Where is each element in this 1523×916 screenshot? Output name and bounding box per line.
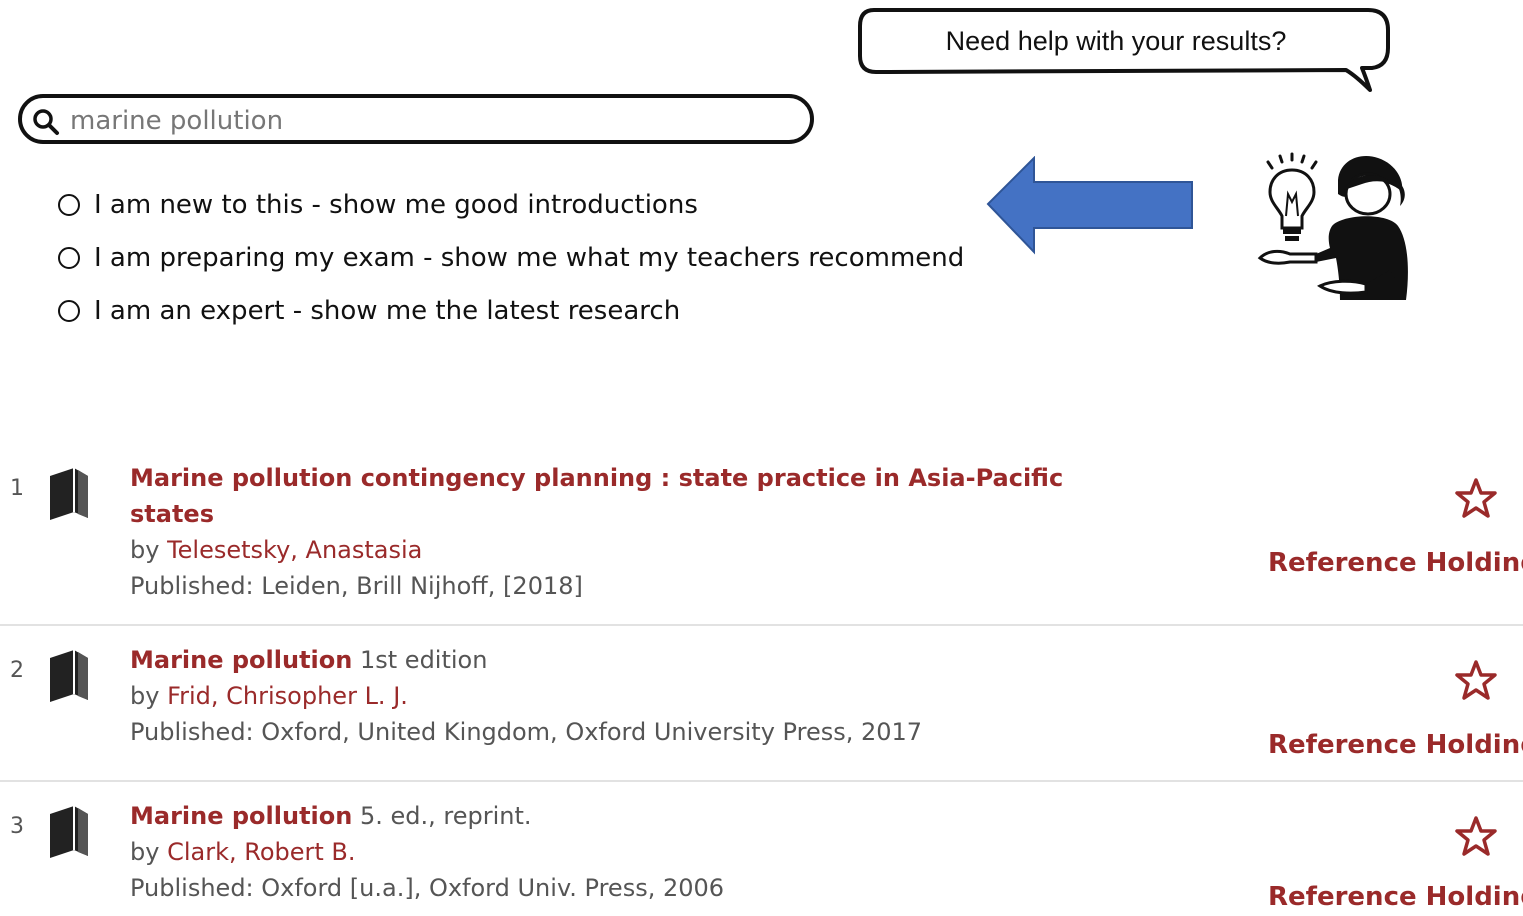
by-label: by bbox=[130, 838, 160, 866]
result-title-link[interactable]: Marine pollution bbox=[130, 646, 352, 674]
result-item: 2 Marine pollution 1st edition by Frid, … bbox=[0, 634, 1523, 782]
arrow-left-icon bbox=[986, 156, 1193, 255]
reference-holding-link[interactable]: Reference Holding bbox=[1268, 882, 1523, 912]
published-info: Published: Oxford [u.a.], Oxford Univ. P… bbox=[130, 874, 725, 902]
option-new-to-this[interactable]: I am new to this - show me good introduc… bbox=[58, 178, 964, 231]
radio-button[interactable] bbox=[58, 299, 80, 322]
author-link[interactable]: Clark, Robert B. bbox=[167, 838, 355, 866]
published-info: Published: Oxford, United Kingdom, Oxfor… bbox=[130, 718, 923, 746]
by-label: by bbox=[130, 682, 160, 710]
option-label: I am preparing my exam - show me what my… bbox=[94, 242, 965, 273]
option-label: I am new to this - show me good introduc… bbox=[94, 189, 698, 220]
edition-info: 5. ed., reprint. bbox=[359, 802, 532, 830]
result-number: 2 bbox=[10, 658, 24, 683]
author-link[interactable]: Telesetsky, Anastasia bbox=[167, 536, 422, 564]
help-bubble[interactable]: Need help with your results? bbox=[856, 6, 1396, 96]
result-body: Marine pollution contingency planning : … bbox=[130, 460, 1070, 604]
book-icon bbox=[50, 650, 88, 702]
reference-holding-link[interactable]: Reference Holding bbox=[1268, 730, 1523, 760]
result-number: 3 bbox=[10, 814, 24, 839]
option-expert[interactable]: I am an expert - show me the latest rese… bbox=[58, 284, 964, 337]
result-item: 1 Marine pollution contingency planning … bbox=[0, 452, 1523, 626]
person-with-lightbulb-icon bbox=[1257, 152, 1408, 300]
by-label: by bbox=[130, 536, 160, 564]
search-input[interactable] bbox=[68, 102, 792, 140]
result-title-link[interactable]: Marine pollution contingency planning : … bbox=[130, 464, 1063, 528]
result-number: 1 bbox=[10, 476, 24, 501]
author-link[interactable]: Frid, Chrisopher L. J. bbox=[167, 682, 408, 710]
published-info: Published: Leiden, Brill Nijhoff, [2018] bbox=[130, 572, 583, 600]
star-icon[interactable] bbox=[1454, 658, 1498, 702]
help-bubble-text: Need help with your results? bbox=[945, 26, 1287, 56]
option-preparing-exam[interactable]: I am preparing my exam - show me what my… bbox=[58, 231, 964, 284]
star-icon[interactable] bbox=[1454, 476, 1498, 520]
result-body: Marine pollution 1st edition by Frid, Ch… bbox=[130, 642, 1070, 750]
result-title-link[interactable]: Marine pollution bbox=[130, 802, 352, 830]
search-mode-options: I am new to this - show me good introduc… bbox=[58, 178, 964, 337]
book-icon bbox=[50, 468, 88, 520]
reference-holding-link[interactable]: Reference Holding bbox=[1268, 548, 1523, 578]
search-bar[interactable] bbox=[18, 94, 814, 144]
result-item: 3 Marine pollution 5. ed., reprint. by C… bbox=[0, 790, 1523, 916]
radio-button[interactable] bbox=[58, 193, 80, 216]
option-label: I am an expert - show me the latest rese… bbox=[94, 295, 681, 326]
radio-button[interactable] bbox=[58, 246, 80, 269]
book-icon bbox=[50, 806, 88, 858]
star-icon[interactable] bbox=[1454, 814, 1498, 858]
result-body: Marine pollution 5. ed., reprint. by Cla… bbox=[130, 798, 1070, 906]
edition-info: 1st edition bbox=[359, 646, 488, 674]
search-icon bbox=[33, 109, 59, 135]
